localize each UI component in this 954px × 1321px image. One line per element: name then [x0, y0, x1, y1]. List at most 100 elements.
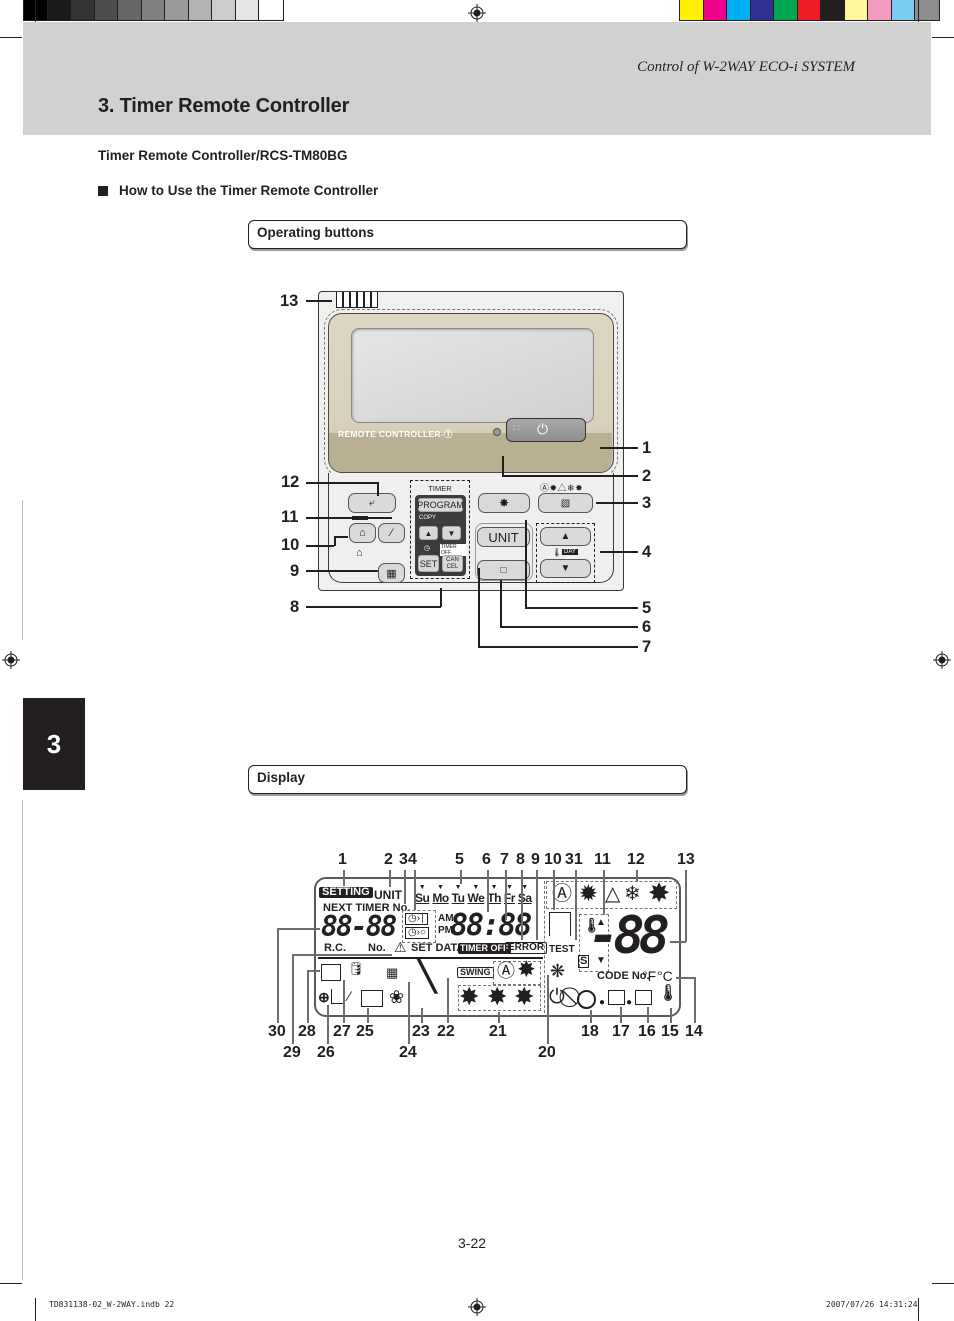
grid-icon: ▦	[386, 567, 397, 580]
setting-indicator: SETTING	[319, 887, 373, 898]
lock-icon: ●	[626, 997, 633, 1008]
heat-exchange-icon: ⊕	[318, 989, 330, 1005]
time-segments: 88:88	[450, 908, 532, 943]
leader-line	[575, 870, 577, 940]
calibration-swatch	[797, 0, 821, 20]
calibration-swatch	[71, 0, 95, 20]
sensor-button[interactable]: ⌂	[349, 523, 376, 543]
fahrenheit-indicator: °F	[642, 968, 657, 984]
ventilation-icon: ⤶	[368, 496, 376, 509]
leader-line	[327, 1005, 329, 1044]
program-button[interactable]: PROGRAM	[417, 498, 464, 512]
wrench-icon: ∕	[348, 988, 351, 1004]
leader-line	[367, 1008, 369, 1023]
leader-line	[277, 928, 279, 1023]
display-callout-7: 7	[500, 851, 509, 868]
timer-up-button[interactable]: ▲	[419, 526, 438, 540]
timer-panel: PROGRAM COPY ▲ ▼ ◷ TIMER OFF SET CAN CEL	[415, 495, 466, 576]
fan-speed-button[interactable]: ✸	[478, 493, 530, 513]
subtitle: Timer Remote Controller/RCS-TM80BG	[98, 148, 348, 163]
cancel-button[interactable]: CAN CEL	[442, 555, 463, 572]
timer-down-button[interactable]: ▼	[442, 526, 461, 540]
display-callout-8: 8	[516, 851, 525, 868]
mode-button[interactable]: ▧	[538, 493, 593, 513]
auto-mode-icon: Ⓐ	[552, 883, 572, 905]
prohibit-circle-icon	[577, 990, 596, 1009]
calibration-swatch	[259, 0, 283, 20]
registration-mark-icon	[2, 651, 20, 669]
display-callout-20: 20	[538, 1044, 556, 1061]
power-button[interactable]: :: ⏻	[506, 418, 586, 442]
heat-mode-icon: ✹	[580, 883, 597, 905]
color-calibration-bar	[679, 0, 940, 21]
calibration-swatch	[141, 0, 165, 20]
house-thermo-sensor-icon	[549, 912, 571, 936]
display-callout-21: 21	[489, 1023, 507, 1040]
unit-button[interactable]: UNIT	[477, 527, 530, 547]
leader-line	[343, 870, 345, 886]
error-indicator: ERROR	[505, 942, 548, 954]
callout-8: 8	[290, 598, 300, 616]
temperature-button-group: ▲ 🌡 DAY ▼	[536, 523, 595, 583]
grayscale-calibration-bar	[23, 0, 284, 21]
dry-mode-icon: △	[605, 883, 621, 905]
temp-up-button[interactable]: ▲	[540, 527, 591, 546]
registration-mark-icon	[468, 4, 486, 22]
leader-line	[306, 482, 378, 484]
thermometer-icon: 🌡	[552, 548, 563, 557]
callout-7: 7	[642, 638, 652, 656]
display-callout-1: 1	[338, 851, 347, 868]
leader-line	[306, 517, 392, 519]
leader-line	[478, 646, 638, 648]
temp-down-button[interactable]: ▼	[540, 559, 591, 578]
day-indicator: ▼ Su	[415, 884, 430, 905]
leader-line	[343, 980, 345, 1023]
display-callout-10: 10	[544, 851, 562, 868]
section-title: 3. Timer Remote Controller	[98, 95, 350, 117]
no-label: No.	[368, 942, 386, 954]
callout-11: 11	[281, 508, 299, 526]
maintenance-button[interactable]: ∕	[378, 523, 405, 543]
leader-line	[603, 870, 605, 915]
leader-line	[525, 520, 527, 608]
callout-10: 10	[281, 536, 300, 554]
leader-line	[277, 928, 320, 930]
day-indicator: ▼ Mo	[432, 884, 449, 905]
set-data-indicator: SET DATA	[411, 942, 465, 954]
flap-button[interactable]: □	[477, 560, 530, 580]
house-sensor-icon: ⌂	[359, 527, 366, 539]
trim-mark	[932, 37, 954, 38]
callout-9: 9	[290, 562, 300, 580]
trim-mark	[0, 1283, 22, 1284]
display-callout-26: 26	[317, 1044, 335, 1061]
calibration-swatch	[118, 0, 142, 20]
remote-vents	[336, 292, 378, 308]
callout-1: 1	[642, 439, 652, 457]
calibration-swatch	[188, 0, 212, 20]
leader-line	[590, 1010, 592, 1023]
leader-line	[685, 870, 687, 942]
ventilation-button[interactable]: ⤶	[348, 493, 396, 513]
leader-line	[525, 607, 638, 609]
display-callout-18: 18	[581, 1023, 599, 1040]
leader-line	[502, 456, 504, 476]
thermo-lock-icon: 🌡	[658, 985, 679, 1002]
louver-button[interactable]: ▦	[378, 563, 405, 583]
leader-line	[377, 482, 379, 496]
leader-line	[334, 536, 336, 546]
temperature-segments: -88	[588, 906, 670, 966]
leader-line	[694, 977, 696, 1023]
day-label: Sa	[517, 891, 532, 905]
trim-mark	[35, 0, 36, 22]
callout-6: 6	[642, 618, 652, 636]
fan-speed-high-icon: ✸	[460, 984, 479, 1009]
leader-line	[500, 626, 638, 628]
calibration-swatch	[165, 0, 189, 20]
operation-lamp	[493, 428, 501, 436]
display-callout-4: 4	[408, 851, 417, 868]
leader-line	[521, 870, 523, 940]
set-button[interactable]: SET	[418, 555, 439, 572]
calibration-swatch	[703, 0, 727, 20]
calibration-swatch	[750, 0, 774, 20]
bullet-square-icon	[98, 185, 108, 196]
